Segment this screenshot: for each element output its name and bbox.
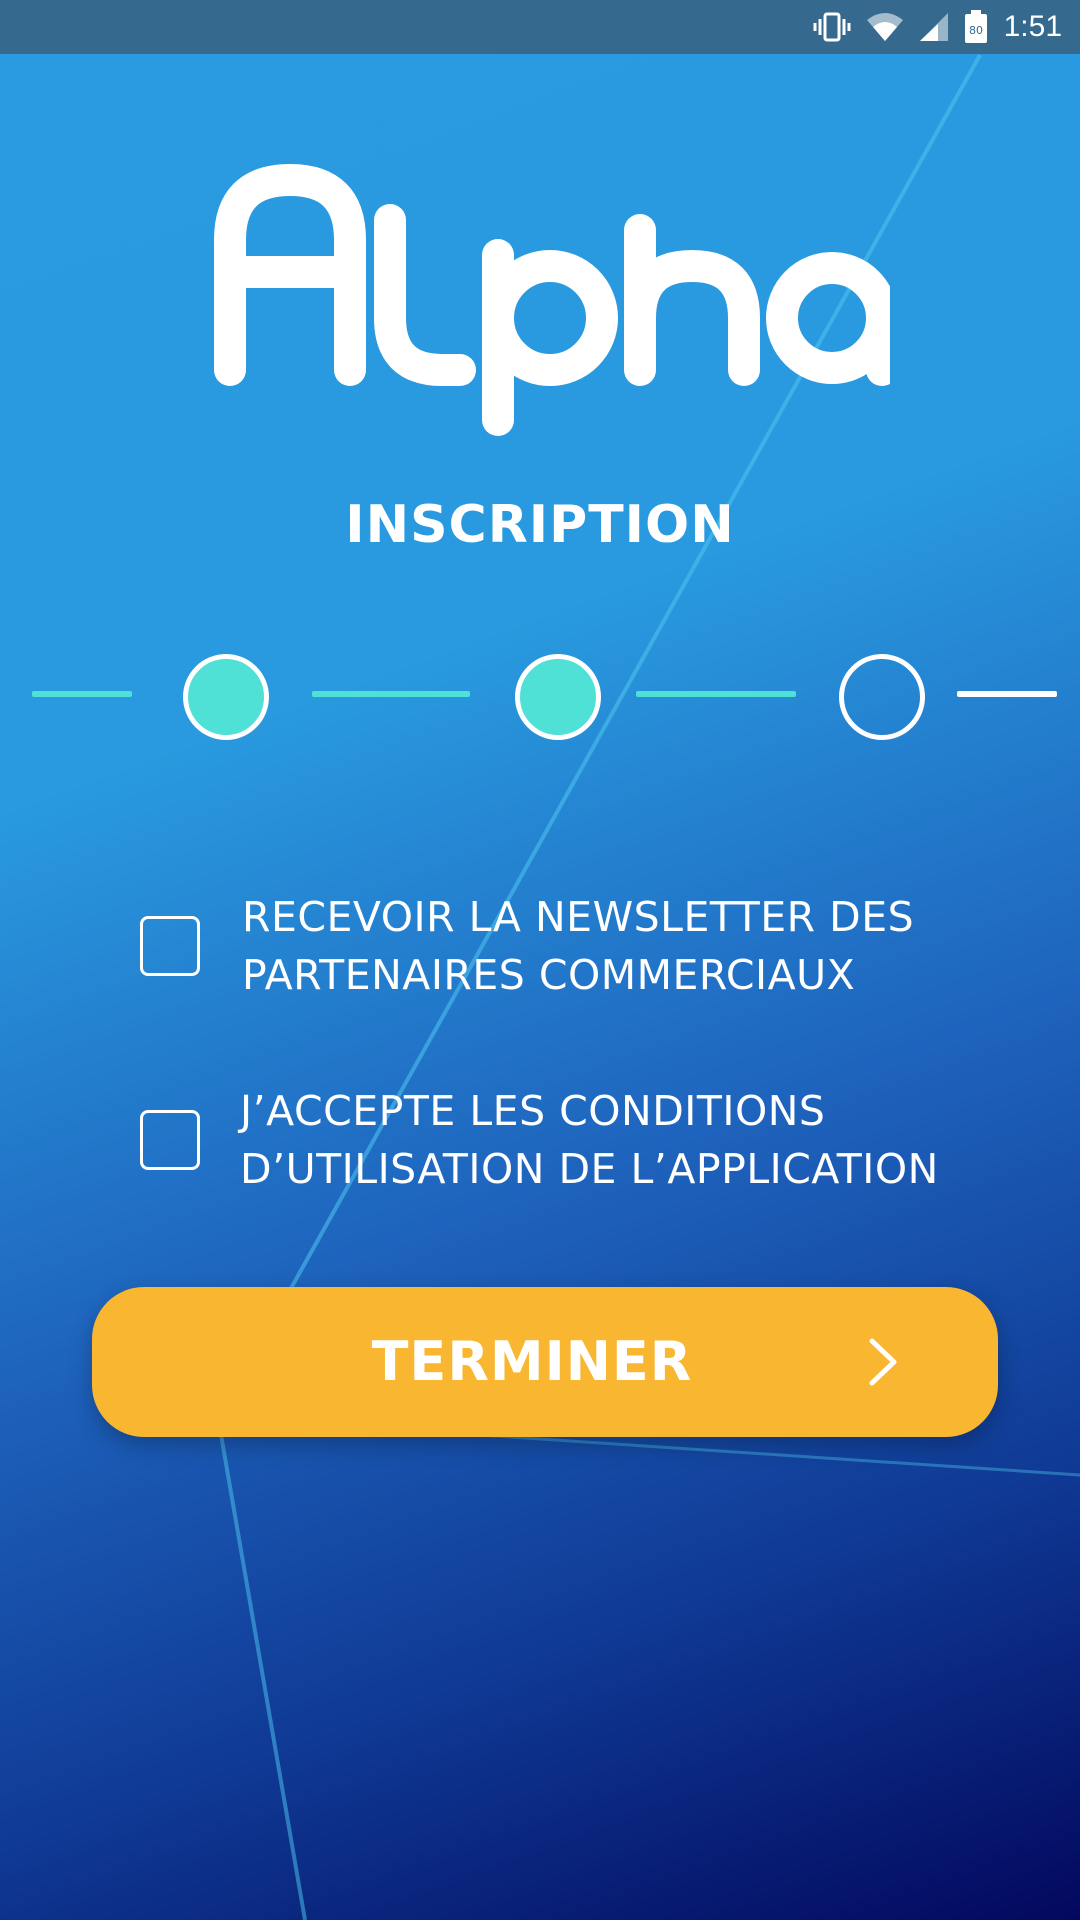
newsletter-checkbox[interactable] [140,916,200,976]
vibrate-icon [812,12,852,42]
stepper-line-2 [636,691,796,697]
terms-label: J’ACCEPTE LES CONDITIONS D’UTILISATION D… [240,1087,939,1193]
newsletter-option: RECEVOIR LA NEWSLETTER DES PARTENAIRES C… [140,888,1000,1004]
step-3-dot [839,654,925,740]
stepper-line-lead [32,691,132,697]
status-bar: 80 1:51 [0,0,1080,54]
stepper-line-1 [312,691,470,697]
terms-option: J’ACCEPTE LES CONDITIONS D’UTILISATION D… [140,1082,1000,1198]
wifi-icon [866,12,904,42]
step-1-dot [183,654,269,740]
status-time: 1:51 [1003,10,1062,43]
finish-button-label: TERMINER [371,1330,693,1393]
signal-icon [918,12,950,42]
page-title: INSCRIPTION [345,495,735,555]
stepper-line-trail [957,691,1057,697]
newsletter-label: RECEVOIR LA NEWSLETTER DES PARTENAIRES C… [242,893,915,999]
step-2-dot [515,654,601,740]
battery-level: 80 [969,24,983,37]
progress-stepper [0,640,1080,750]
signup-screen: 80 1:51 Alpha [0,0,1080,1920]
chevron-right-icon [869,1338,897,1386]
battery-icon: 80 [964,10,988,44]
finish-button[interactable]: TERMINER [92,1287,998,1437]
terms-checkbox[interactable] [140,1110,200,1170]
logo-graphic [214,164,898,436]
alpha-logo: Alpha [210,160,898,440]
